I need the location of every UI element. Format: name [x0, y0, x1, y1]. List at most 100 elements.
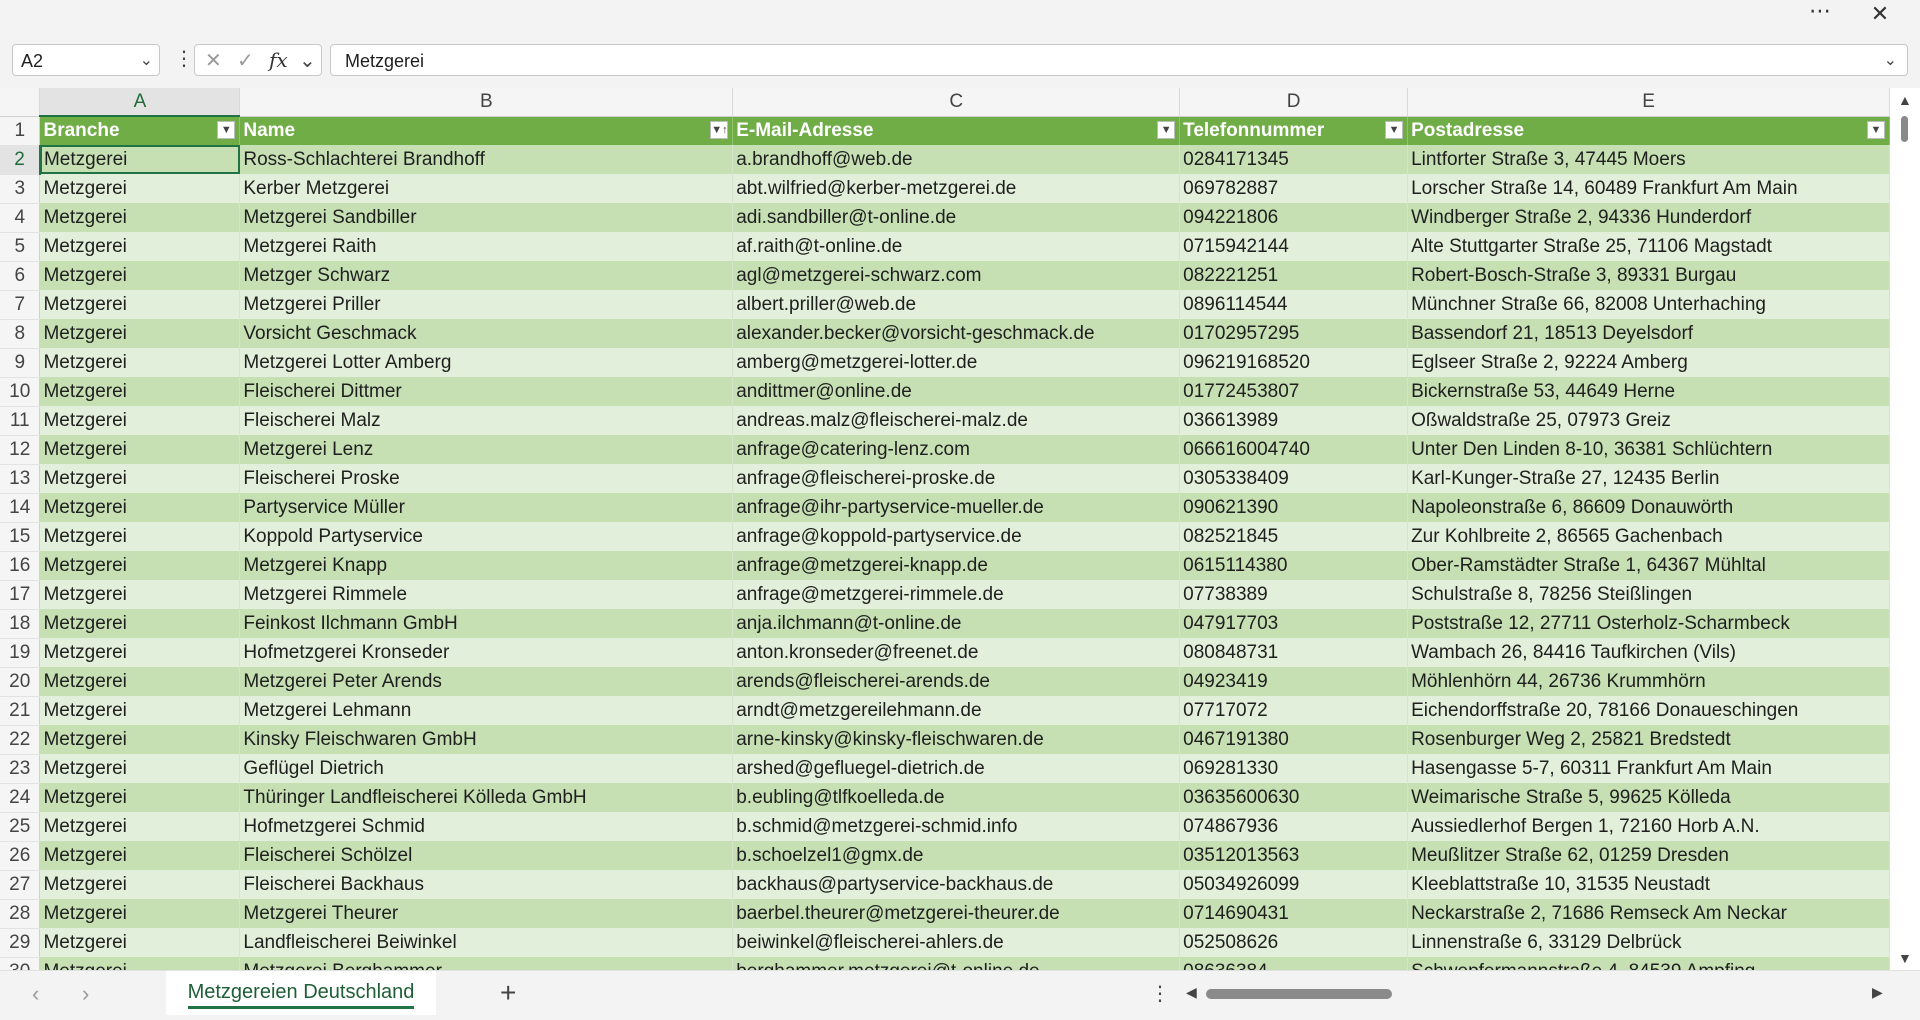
cell-email[interactable]: anfrage@catering-lenz.com: [732, 435, 1181, 464]
cell-email[interactable]: albert.priller@web.de: [732, 290, 1181, 319]
cell-telefon[interactable]: 0714690431: [1179, 899, 1409, 928]
cell-email[interactable]: baerbel.theurer@metzgerei-theurer.de: [732, 899, 1181, 928]
cell-email[interactable]: andreas.malz@fleischerei-malz.de: [732, 406, 1181, 435]
row-header[interactable]: 16: [0, 551, 41, 581]
cell-email[interactable]: arne-kinsky@kinsky-fleischwaren.de: [732, 725, 1181, 754]
cell-telefon[interactable]: 0715942144: [1179, 232, 1409, 261]
cell-branche[interactable]: Metzgerei: [39, 348, 241, 377]
scroll-right-icon[interactable]: ▶: [1872, 984, 1883, 1001]
cell-telefon[interactable]: 096219168520: [1179, 348, 1409, 377]
row-header[interactable]: 24: [0, 783, 41, 813]
cell-branche[interactable]: Metzgerei: [39, 261, 241, 290]
cell-name[interactable]: Metzgerei Raith: [239, 232, 734, 261]
cell-name[interactable]: Thüringer Landfleischerei Kölleda GmbH: [239, 783, 734, 812]
cell-email[interactable]: b.schmid@metzgerei-schmid.info: [732, 812, 1181, 841]
cell-postadresse[interactable]: Lorscher Straße 14, 60489 Frankfurt Am M…: [1407, 174, 1890, 203]
row-header[interactable]: 20: [0, 667, 41, 697]
cell-branche[interactable]: Metzgerei: [39, 232, 241, 261]
cell-telefon[interactable]: 03635600630: [1179, 783, 1409, 812]
formula-bar-options-icon[interactable]: ⋮: [174, 46, 194, 71]
cell-name[interactable]: Fleischerei Dittmer: [239, 377, 734, 406]
cell-name[interactable]: Metzgerei Lehmann: [239, 696, 734, 725]
cell-name[interactable]: Metzgerei Lotter Amberg: [239, 348, 734, 377]
cell-branche[interactable]: Metzgerei: [39, 551, 241, 580]
cell-email[interactable]: amberg@metzgerei-lotter.de: [732, 348, 1181, 377]
vertical-scrollbar[interactable]: ▲ ▼: [1890, 88, 1920, 970]
cell-name[interactable]: Fleischerei Malz: [239, 406, 734, 435]
cell-postadresse[interactable]: Weimarische Straße 5, 99625 Kölleda: [1407, 783, 1890, 812]
cell-email[interactable]: arshed@gefluegel-dietrich.de: [732, 754, 1181, 783]
cell-email[interactable]: andittmer@online.de: [732, 377, 1181, 406]
cell-branche[interactable]: Metzgerei: [39, 754, 241, 783]
column-header-c[interactable]: C: [732, 88, 1181, 117]
cell-name[interactable]: Kinsky Fleischwaren GmbH: [239, 725, 734, 754]
cell-name[interactable]: Fleischerei Schölzel: [239, 841, 734, 870]
cell-branche[interactable]: Metzgerei: [39, 493, 241, 522]
column-header-e[interactable]: E: [1407, 88, 1890, 117]
header-cell-name[interactable]: Name ▼↑: [239, 116, 734, 145]
horizontal-scrollbar-thumb[interactable]: [1206, 989, 1392, 999]
cell-email[interactable]: b.schoelzel1@gmx.de: [732, 841, 1181, 870]
sort-filter-icon[interactable]: ▼↑: [710, 120, 729, 139]
cell-postadresse[interactable]: Unter Den Linden 8-10, 36381 Schlüchtern: [1407, 435, 1890, 464]
cell-email[interactable]: alexander.becker@vorsicht-geschmack.de: [732, 319, 1181, 348]
row-header[interactable]: 5: [0, 232, 41, 262]
cell-name[interactable]: Metzger Schwarz: [239, 261, 734, 290]
cell-postadresse[interactable]: Wambach 26, 84416 Taufkirchen (Vils): [1407, 638, 1890, 667]
cell-branche[interactable]: Metzgerei: [39, 435, 241, 464]
cell-branche[interactable]: Metzgerei: [39, 696, 241, 725]
cell-postadresse[interactable]: Ober-Ramstädter Straße 1, 64367 Mühltal: [1407, 551, 1890, 580]
scrollbar-thumb[interactable]: [1901, 116, 1908, 142]
row-header[interactable]: 4: [0, 203, 41, 233]
cell-telefon[interactable]: 0284171345: [1179, 145, 1409, 174]
row-header[interactable]: 10: [0, 377, 41, 407]
cell-postadresse[interactable]: Rosenburger Weg 2, 25821 Bredstedt: [1407, 725, 1890, 754]
cell-telefon[interactable]: 0467191380: [1179, 725, 1409, 754]
cell-telefon[interactable]: 03512013563: [1179, 841, 1409, 870]
cell-telefon[interactable]: 07738389: [1179, 580, 1409, 609]
cell-email[interactable]: anton.kronseder@freenet.de: [732, 638, 1181, 667]
cell-branche[interactable]: Metzgerei: [39, 667, 241, 696]
cell-name[interactable]: Metzgerei Sandbiller: [239, 203, 734, 232]
cell-telefon[interactable]: 04923419: [1179, 667, 1409, 696]
cell-postadresse[interactable]: Schulstraße 8, 78256 Steißlingen: [1407, 580, 1890, 609]
cell-email[interactable]: arends@fleischerei-arends.de: [732, 667, 1181, 696]
cell-telefon[interactable]: 0615114380: [1179, 551, 1409, 580]
header-cell-email[interactable]: E-Mail-Adresse ▼: [732, 116, 1181, 145]
cell-branche[interactable]: Metzgerei: [39, 319, 241, 348]
cell-branche[interactable]: Metzgerei: [39, 377, 241, 406]
more-options-icon[interactable]: ⋯: [1800, 0, 1840, 28]
cell-email[interactable]: af.raith@t-online.de: [732, 232, 1181, 261]
cell-telefon[interactable]: 080848731: [1179, 638, 1409, 667]
filter-dropdown-icon[interactable]: ▼: [1867, 120, 1885, 139]
select-all-corner[interactable]: [0, 88, 41, 117]
row-header[interactable]: 18: [0, 609, 41, 639]
row-header[interactable]: 30: [0, 957, 41, 970]
cell-email[interactable]: beiwinkel@fleischerei-ahlers.de: [732, 928, 1181, 957]
row-header[interactable]: 15: [0, 522, 41, 552]
plus-icon[interactable]: +: [500, 977, 516, 1009]
fx-icon[interactable]: fx: [269, 48, 288, 72]
cell-branche[interactable]: Metzgerei: [39, 609, 241, 638]
cell-name[interactable]: Metzgerei Lenz: [239, 435, 734, 464]
cell-branche[interactable]: Metzgerei: [39, 203, 241, 232]
cell-email[interactable]: arndt@metzgereilehmann.de: [732, 696, 1181, 725]
cell-email[interactable]: b.eubling@tlfkoelleda.de: [732, 783, 1181, 812]
cell-telefon[interactable]: 036613989: [1179, 406, 1409, 435]
row-header[interactable]: 21: [0, 696, 41, 726]
scroll-down-icon[interactable]: ▼: [1898, 950, 1912, 966]
cell-email[interactable]: abt.wilfried@kerber-metzgerei.de: [732, 174, 1181, 203]
row-header[interactable]: 11: [0, 406, 41, 436]
cell-branche[interactable]: Metzgerei: [39, 841, 241, 870]
cell-branche[interactable]: Metzgerei: [39, 812, 241, 841]
cell-name[interactable]: Geflügel Dietrich: [239, 754, 734, 783]
sheet-options-icon[interactable]: ⋮: [1150, 981, 1170, 1006]
cell-name[interactable]: Fleischerei Backhaus: [239, 870, 734, 899]
cell-name[interactable]: Kerber Metzgerei: [239, 174, 734, 203]
cell-branche[interactable]: Metzgerei: [39, 522, 241, 551]
cell-postadresse[interactable]: Bassendorf 21, 18513 Deyelsdorf: [1407, 319, 1890, 348]
cell-telefon[interactable]: 0305338409: [1179, 464, 1409, 493]
chevron-down-icon[interactable]: ⌄: [140, 50, 153, 70]
cell-branche[interactable]: Metzgerei: [39, 290, 241, 319]
cell-name[interactable]: Metzgerei Berghammer: [239, 957, 734, 970]
